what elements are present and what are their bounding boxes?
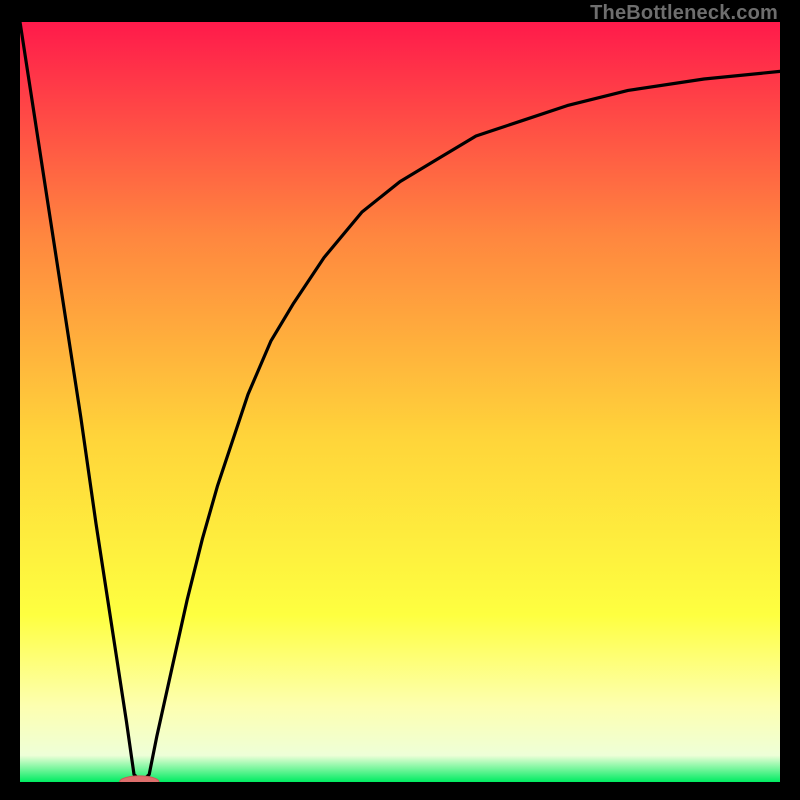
watermark-text: TheBottleneck.com: [590, 2, 778, 25]
bottleneck-chart: [20, 22, 780, 782]
chart-frame: [20, 22, 780, 782]
gradient-background: [20, 22, 780, 782]
